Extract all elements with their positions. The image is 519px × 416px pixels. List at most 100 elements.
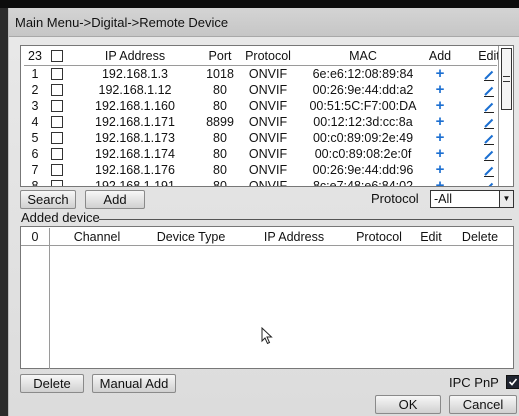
row-mac: 00:c0:89:09:2e:49 — [312, 131, 414, 145]
col-add: Add — [428, 49, 452, 63]
row-ip-address: 192.168.1.174 — [95, 147, 175, 161]
remote-device-window: Main Menu->Digital->Remote Device 23 IP … — [8, 8, 519, 416]
row-port: 1018 — [206, 67, 234, 81]
plus-icon[interactable]: + — [426, 82, 454, 98]
col-channel[interactable]: Channel — [61, 228, 133, 246]
col-port[interactable]: Port — [202, 48, 238, 65]
device-search-table: 23 IP Address Port Protocol MAC Add Edit… — [20, 45, 514, 187]
row-mac: 00:51:5C:F7:00:DA — [309, 99, 417, 113]
row-protocol: ONVIF — [248, 147, 288, 161]
ipc-pnp-checkbox[interactable] — [506, 375, 519, 389]
row-mac: 00:26:9e:44:dd:96 — [312, 163, 414, 177]
ok-button[interactable]: OK — [375, 395, 441, 414]
select-all-checkbox[interactable] — [51, 48, 63, 65]
protocol-filter-value: -All — [434, 192, 453, 206]
row-ip-address: 192.168.1.160 — [95, 99, 175, 113]
device-row[interactable]: 7 192.168.1.176 80 ONVIF 00:26:9e:44:dd:96 + — [24, 162, 497, 178]
col-added-protocol[interactable]: Protocol — [348, 228, 410, 246]
section-divider — [99, 219, 512, 220]
row-port: 80 — [213, 83, 227, 97]
protocol-filter-label: Protocol — [371, 191, 419, 206]
row-number: 4 — [31, 115, 39, 129]
row-number: 5 — [31, 131, 39, 145]
col-protocol[interactable]: Protocol — [239, 48, 297, 65]
row-number: 7 — [31, 163, 39, 177]
delete-button[interactable]: Delete — [20, 374, 84, 393]
col-added-delete: Delete — [461, 230, 499, 244]
col-ip-address[interactable]: IP Address — [66, 48, 204, 65]
plus-icon[interactable]: + — [426, 146, 454, 162]
row-checkbox[interactable] — [51, 130, 63, 146]
row-number: 1 — [31, 67, 39, 81]
col-mac[interactable]: MAC — [299, 48, 427, 65]
row-port: 80 — [213, 179, 227, 187]
title-bar: Main Menu->Digital->Remote Device — [9, 8, 519, 37]
device-table-scrollbar[interactable] — [498, 46, 513, 186]
col-added-edit: Edit — [420, 230, 442, 244]
row-protocol: ONVIF — [248, 163, 288, 177]
row-checkbox[interactable] — [51, 98, 63, 114]
plus-icon[interactable]: + — [426, 162, 454, 178]
protocol-filter-select[interactable]: -All ▼ — [430, 190, 514, 208]
add-button[interactable]: Add — [85, 190, 145, 209]
row-mac: 6e:e6:12:08:89:84 — [312, 67, 414, 81]
check-icon — [508, 378, 518, 386]
row-mac: 00:26:9e:44:dd:a2 — [312, 83, 414, 97]
device-row[interactable]: 6 192.168.1.174 80 ONVIF 00:c0:89:08:2e:0f + — [24, 146, 497, 162]
search-button[interactable]: Search — [20, 190, 76, 209]
device-row[interactable]: 8 192.168.1.191 80 ONVIF 8c:e7:48:e6:84:02 + — [24, 178, 497, 187]
chevron-down-icon[interactable]: ▼ — [499, 191, 513, 207]
row-ip-address: 192.168.1.3 — [101, 67, 169, 81]
col-device-type[interactable]: Device Type — [146, 228, 236, 246]
row-mac: 8c:e7:48:e6:84:02 — [312, 179, 414, 187]
mouse-cursor-icon — [261, 326, 273, 348]
row-protocol: ONVIF — [248, 83, 288, 97]
added-device-count: 0 — [21, 228, 50, 369]
row-protocol: ONVIF — [248, 67, 288, 81]
device-row[interactable]: 2 192.168.1.12 80 ONVIF 00:26:9e:44:dd:a2 + — [24, 82, 497, 98]
device-count: 23 — [28, 49, 42, 63]
row-port: 80 — [213, 163, 227, 177]
added-device-label: Added device — [21, 210, 100, 225]
row-checkbox[interactable] — [51, 82, 63, 98]
row-number: 8 — [31, 179, 39, 187]
row-number: 3 — [31, 99, 39, 113]
plus-icon[interactable]: + — [426, 98, 454, 114]
row-port: 80 — [213, 99, 227, 113]
device-row[interactable]: 4 192.168.1.171 8899 ONVIF 00:12:12:3d:cc:8a… — [24, 114, 497, 130]
row-checkbox[interactable] — [51, 114, 63, 130]
scrollbar-thumb[interactable] — [501, 48, 512, 110]
plus-icon[interactable]: + — [426, 66, 454, 82]
row-port: 80 — [213, 131, 227, 145]
row-mac: 00:c0:89:08:2e:0f — [314, 147, 412, 161]
row-port: 80 — [213, 147, 227, 161]
row-checkbox[interactable] — [51, 162, 63, 178]
col-added-ip-address[interactable]: IP Address — [251, 228, 337, 246]
ipc-pnp-label: IPC PnP — [449, 375, 499, 390]
device-row[interactable]: 5 192.168.1.173 80 ONVIF 00:c0:89:09:2e:49 + — [24, 130, 497, 146]
window-title: Main Menu->Digital->Remote Device — [15, 15, 229, 30]
row-ip-address: 192.168.1.176 — [95, 163, 175, 177]
row-ip-address: 192.168.1.171 — [95, 115, 175, 129]
row-protocol: ONVIF — [248, 131, 288, 145]
plus-icon[interactable]: + — [426, 114, 454, 130]
row-mac: 00:12:12:3d:cc:8a — [313, 115, 413, 129]
device-row[interactable]: 1 192.168.1.3 1018 ONVIF 6e:e6:12:08:89:84 + — [24, 66, 497, 82]
row-number: 2 — [31, 83, 39, 97]
plus-icon[interactable]: + — [426, 130, 454, 146]
row-checkbox[interactable] — [51, 178, 63, 186]
row-ip-address: 192.168.1.12 — [98, 83, 172, 97]
device-row[interactable]: 3 192.168.1.160 80 ONVIF 00:51:5C:F7:00:DA + — [24, 98, 497, 114]
screen-top-bar — [0, 0, 519, 8]
added-table-header: 0 Channel Device Type IP Address Protoco… — [21, 227, 513, 369]
cancel-button[interactable]: Cancel — [449, 395, 517, 414]
row-port: 8899 — [206, 115, 234, 129]
plus-icon[interactable]: + — [426, 178, 454, 187]
manual-add-button[interactable]: Manual Add — [92, 374, 176, 393]
row-number: 6 — [31, 147, 39, 161]
row-protocol: ONVIF — [248, 115, 288, 129]
row-checkbox[interactable] — [51, 66, 63, 82]
row-ip-address: 192.168.1.173 — [95, 131, 175, 145]
row-checkbox[interactable] — [51, 146, 63, 162]
row-protocol: ONVIF — [248, 179, 288, 187]
